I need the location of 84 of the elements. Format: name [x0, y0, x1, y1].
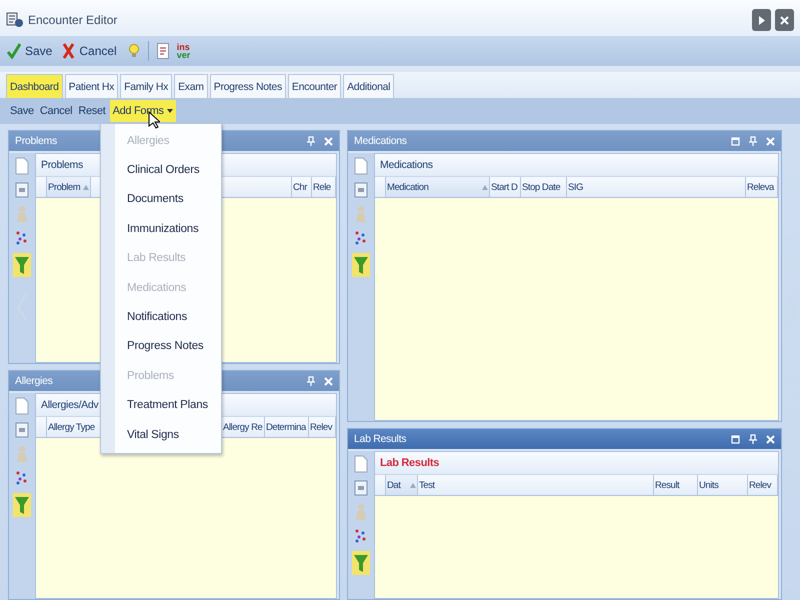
filter-icon[interactable] [352, 253, 370, 277]
pin-icon[interactable] [749, 434, 757, 444]
maximize-icon[interactable] [731, 434, 740, 444]
tab[interactable]: Family Hx [120, 74, 172, 98]
report-icon[interactable] [15, 422, 29, 438]
dots-icon[interactable] [15, 470, 29, 486]
menu-item[interactable]: Notifications [101, 302, 221, 332]
dots-icon[interactable] [354, 230, 368, 246]
pin-icon[interactable] [749, 136, 757, 146]
column-header[interactable]: Result [654, 475, 698, 495]
filter-icon[interactable] [352, 551, 370, 575]
panel-title: Problems [15, 135, 57, 147]
window-title: Encounter Editor [28, 13, 118, 27]
new-document-icon[interactable] [354, 455, 368, 473]
menu-item[interactable]: Vital Signs [101, 420, 221, 450]
column-header[interactable]: Problem [47, 177, 91, 197]
toolbar-button[interactable]: Cancel [38, 101, 74, 121]
grid-title: Problems [41, 159, 83, 171]
pin-icon[interactable] [307, 376, 315, 386]
column-header[interactable]: Medication [386, 177, 490, 197]
cancel-button[interactable]: Cancel [59, 41, 120, 61]
document-icon[interactable] [156, 43, 169, 59]
save-button[interactable]: Save [4, 41, 56, 61]
close-icon[interactable] [766, 136, 775, 146]
report-icon[interactable] [354, 480, 368, 496]
close-icon [780, 16, 789, 24]
column-header[interactable]: Stop Date [521, 177, 567, 197]
column-header[interactable]: Determina [265, 417, 309, 437]
tab[interactable]: Exam [174, 74, 208, 98]
column-header[interactable]: SIG [567, 177, 746, 197]
grid-title: Lab Results [380, 457, 440, 469]
filter-icon[interactable] [13, 493, 31, 517]
maximize-icon[interactable] [731, 136, 740, 146]
tab[interactable]: Encounter [288, 74, 342, 98]
tab[interactable]: Dashboard [6, 74, 63, 98]
add-forms-dropdown[interactable]: Add Forms [110, 100, 176, 122]
toolbar-button[interactable]: Save [8, 101, 36, 121]
column-header[interactable]: Releva [746, 177, 778, 197]
column-header[interactable]: Relev [748, 475, 778, 495]
sort-ascending-icon [410, 482, 416, 488]
menu-item[interactable]: Clinical Orders [101, 155, 221, 185]
close-icon[interactable] [766, 434, 775, 444]
dots-icon[interactable] [354, 528, 368, 544]
close-icon[interactable] [324, 136, 333, 146]
column-header[interactable]: Chr [292, 177, 312, 197]
column-header[interactable]: Test [418, 475, 654, 495]
tab[interactable]: Patient Hx [64, 74, 118, 98]
panel-title: Medications [354, 135, 407, 147]
caret-icon [166, 109, 173, 113]
insert-version-icon[interactable]: ins ver [176, 43, 190, 59]
new-document-icon[interactable] [15, 397, 29, 415]
lightbulb-icon[interactable] [128, 43, 140, 59]
panel-title: Allergies [15, 375, 53, 387]
sort-ascending-icon [83, 184, 89, 190]
new-document-icon[interactable] [354, 157, 368, 175]
report-icon[interactable] [15, 182, 29, 198]
menu-item[interactable]: Documents [101, 184, 221, 214]
checkmark-icon [7, 43, 21, 59]
toolbar-button[interactable]: Reset [76, 101, 108, 121]
filter-icon[interactable] [13, 253, 31, 277]
dots-icon[interactable] [15, 230, 29, 246]
report-icon[interactable] [354, 182, 368, 198]
grid-title: Medications [380, 159, 433, 171]
expand-button[interactable] [752, 9, 771, 31]
column-header[interactable]: Dat [386, 475, 418, 495]
close-icon[interactable] [324, 376, 333, 386]
column-header[interactable]: Units [698, 475, 748, 495]
tab[interactable]: Progress Notes [210, 74, 286, 98]
new-document-icon[interactable] [15, 157, 29, 175]
close-button[interactable] [775, 9, 794, 31]
play-icon [758, 16, 764, 24]
menu-item[interactable]: Progress Notes [101, 332, 221, 362]
pin-icon[interactable] [307, 136, 315, 146]
grid-title: Allergies/Adv [41, 399, 98, 411]
column-header[interactable]: Start D [490, 177, 521, 197]
cross-icon [62, 43, 76, 59]
panel-title: Lab Results [354, 433, 406, 445]
column-header[interactable]: Relev [309, 417, 336, 437]
sort-ascending-icon [482, 184, 488, 190]
app-icon [6, 12, 24, 28]
menu-item[interactable]: Treatment Plans [101, 390, 221, 420]
column-header[interactable]: Rele [312, 177, 336, 197]
menu-item[interactable]: Immunizations [101, 214, 221, 244]
tab[interactable]: Additional [343, 74, 394, 98]
